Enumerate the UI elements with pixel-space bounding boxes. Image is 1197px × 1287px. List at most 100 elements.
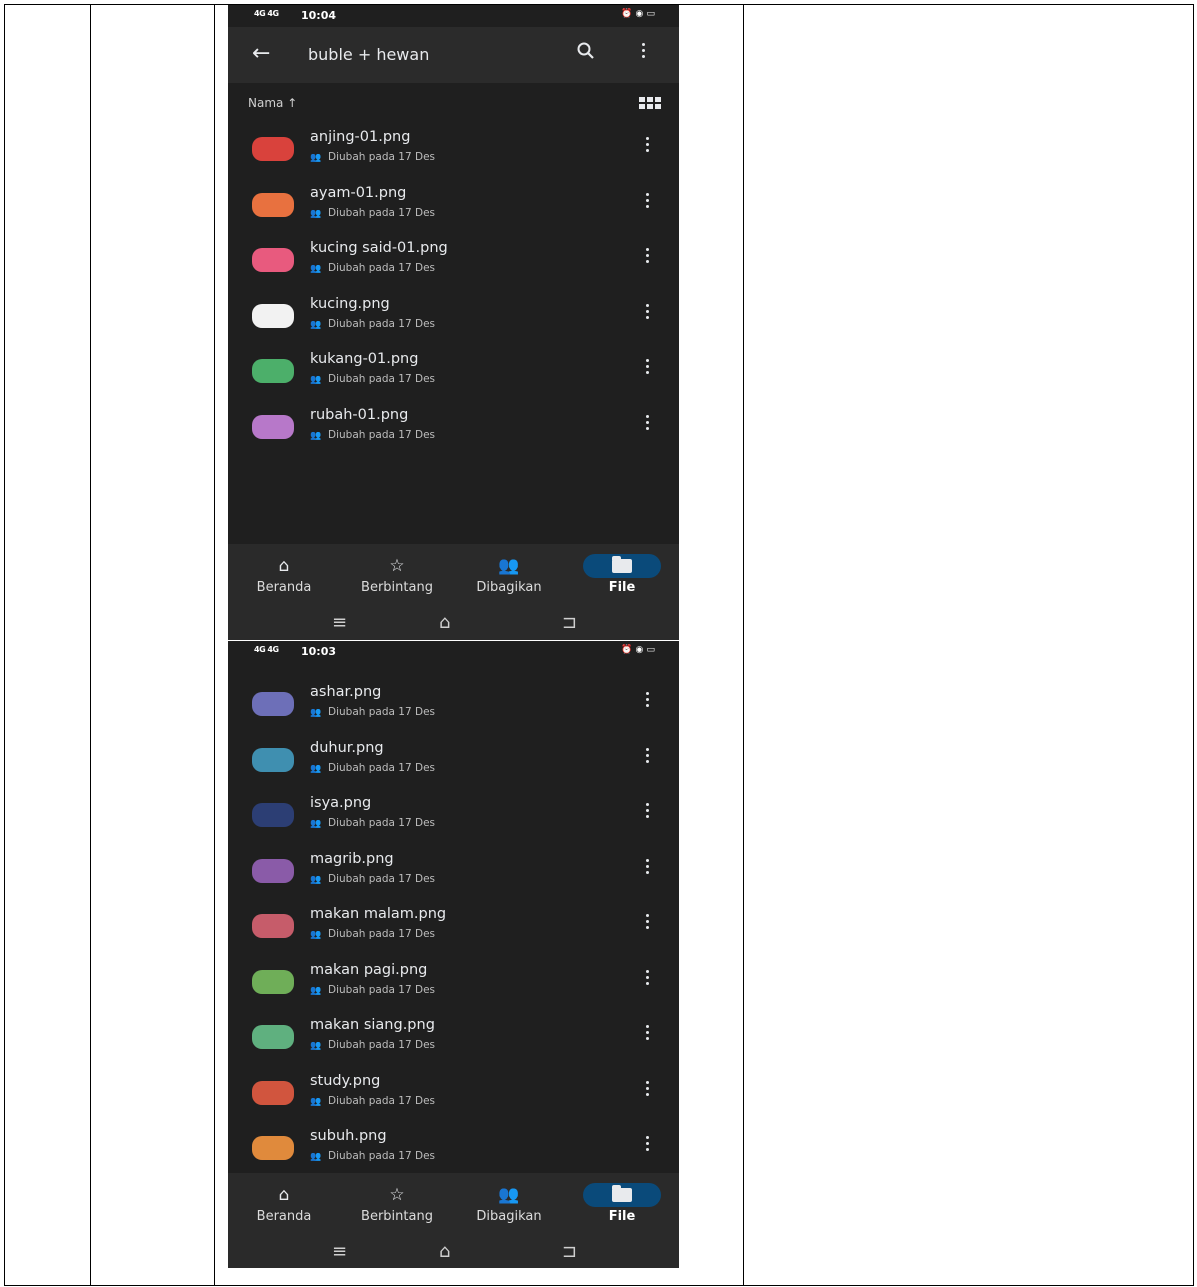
nav-dibagikan[interactable]: 👥 Dibagikan	[454, 1183, 564, 1224]
table-divider	[214, 5, 215, 1285]
file-meta: 👥 Diubah pada 17 Des	[310, 873, 435, 885]
more-icon[interactable]	[646, 414, 650, 433]
file-meta: 👥 Diubah pada 17 Des	[310, 373, 435, 385]
home-gesture-icon[interactable]: ⌂	[439, 1241, 450, 1262]
modified-date: Diubah pada 17 Des	[328, 373, 435, 385]
modified-date: Diubah pada 17 Des	[328, 317, 435, 330]
more-icon[interactable]	[646, 359, 650, 377]
recents-icon[interactable]: ≡	[332, 1241, 347, 1262]
file-name: anjing-01.png	[310, 129, 411, 145]
file-name: makan malam.png	[310, 906, 447, 922]
file-meta: 👥 Diubah pada 17 Des	[310, 706, 435, 718]
more-icon[interactable]	[646, 692, 650, 710]
back-icon[interactable]: ←	[252, 41, 270, 66]
shared-icon: 👥	[498, 556, 520, 576]
file-row[interactable]: kukang-01.png 👥 Diubah pada 17 Des	[228, 345, 679, 401]
shared-icon: 👥	[310, 319, 322, 330]
shared-icon: 👥	[310, 1041, 322, 1051]
status-bar: 4G 4G 10:04 ⏰ ◉ ▭	[228, 5, 679, 27]
grid-view-icon[interactable]	[639, 97, 661, 109]
file-row[interactable]: kucing said-01.png 👥 Diubah pada 17 Des	[228, 234, 679, 290]
shared-icon: 👥	[310, 763, 322, 774]
file-thumbnail	[252, 1025, 294, 1049]
recents-icon[interactable]: ≡	[332, 612, 347, 633]
file-thumbnail	[252, 803, 294, 827]
modified-date: Diubah pada 17 Des	[328, 872, 435, 885]
nav-berbintang[interactable]: ☆ Berbintang	[342, 1183, 452, 1224]
status-time: 10:03	[301, 645, 337, 658]
file-row[interactable]: magrib.png 👥 Diubah pada 17 Des	[228, 845, 679, 901]
nav-dibagikan[interactable]: 👥 Dibagikan	[454, 554, 564, 595]
file-meta: 👥 Diubah pada 17 Des	[310, 762, 435, 774]
file-row[interactable]: isya.png 👥 Diubah pada 17 Des	[228, 789, 679, 845]
more-icon[interactable]	[646, 1136, 650, 1154]
more-icon[interactable]	[646, 248, 650, 266]
more-icon[interactable]	[646, 192, 650, 211]
file-name: magrib.png	[310, 850, 394, 867]
file-row[interactable]: anjing-01.png 👥 Diubah pada 17 Des	[228, 123, 679, 179]
star-icon: ☆	[389, 556, 405, 576]
back-gesture-icon[interactable]: ⊐	[562, 612, 577, 633]
file-thumbnail	[252, 969, 294, 994]
table-divider	[743, 5, 744, 1285]
folder-title: buble + hewan	[308, 45, 430, 64]
bottom-navigation: ⌂ Beranda ☆ Berbintang 👥 Dibagikan File …	[228, 1173, 679, 1268]
modified-date: Diubah pada 17 Des	[328, 983, 435, 996]
more-icon[interactable]	[646, 858, 650, 877]
file-row[interactable]: makan pagi.png 👥 Diubah pada 17 Des	[228, 956, 679, 1012]
nav-berbintang[interactable]: ☆ Berbintang	[342, 554, 452, 595]
sort-by-name-button[interactable]: Nama ↑	[248, 96, 297, 110]
more-icon[interactable]	[646, 1080, 650, 1099]
file-meta: 👥 Diubah pada 17 Des	[310, 1150, 435, 1162]
shared-icon: 👥	[310, 874, 322, 885]
shared-icon: 👥	[310, 819, 322, 829]
file-thumbnail	[252, 137, 294, 161]
shared-icon: 👥	[310, 208, 322, 219]
file-name: ayam-01.png	[310, 184, 407, 201]
file-thumbnail	[252, 248, 294, 272]
modified-date: Diubah pada 17 Des	[328, 1094, 435, 1107]
file-row[interactable]: ashar.png 👥 Diubah pada 17 Des	[228, 678, 679, 734]
nav-beranda[interactable]: ⌂ Beranda	[229, 1183, 339, 1224]
more-icon[interactable]	[646, 1025, 650, 1043]
nav-label: Dibagikan	[476, 580, 542, 595]
file-thumbnail	[252, 303, 294, 328]
home-gesture-icon[interactable]: ⌂	[439, 612, 450, 633]
file-row[interactable]: makan malam.png 👥 Diubah pada 17 Des	[228, 900, 679, 956]
nav-label: File	[608, 580, 636, 595]
home-icon: ⌂	[278, 556, 290, 576]
file-row[interactable]: duhur.png 👥 Diubah pada 17 Des	[228, 734, 679, 790]
home-icon: ⌂	[278, 1185, 290, 1205]
more-icon[interactable]	[646, 969, 650, 988]
file-row[interactable]: ayam-01.png 👥 Diubah pada 17 Des	[228, 179, 679, 235]
nav-file[interactable]: File	[567, 554, 677, 595]
more-icon[interactable]	[646, 747, 650, 766]
file-thumbnail	[252, 1136, 294, 1160]
file-meta: 👥 Diubah pada 17 Des	[310, 1095, 435, 1107]
file-row[interactable]: study.png 👥 Diubah pada 17 Des	[228, 1067, 679, 1123]
file-row[interactable]: kucing.png 👥 Diubah pada 17 Des	[228, 290, 679, 346]
app-bar: ← buble + hewan	[228, 27, 679, 83]
shared-icon: 👥	[310, 1152, 322, 1162]
shared-icon: 👥	[310, 930, 322, 940]
more-icon[interactable]	[642, 43, 646, 61]
more-icon[interactable]	[646, 303, 650, 322]
search-icon[interactable]	[576, 41, 596, 61]
file-row[interactable]: makan siang.png 👥 Diubah pada 17 Des	[228, 1011, 679, 1067]
file-meta: 👥 Diubah pada 17 Des	[310, 984, 435, 996]
nav-file[interactable]: File	[567, 1183, 677, 1224]
file-name: kucing said-01.png	[310, 240, 448, 256]
file-row[interactable]: subuh.png 👥 Diubah pada 17 Des	[228, 1122, 679, 1178]
more-icon[interactable]	[646, 914, 650, 932]
back-gesture-icon[interactable]: ⊐	[562, 1241, 577, 1262]
file-name: rubah-01.png	[310, 406, 409, 423]
modified-date: Diubah pada 17 Des	[328, 706, 435, 718]
file-list: anjing-01.png 👥 Diubah pada 17 Des ayam-01.…	[228, 123, 679, 456]
nav-label: Beranda	[256, 1209, 312, 1224]
modified-date: Diubah pada 17 Des	[328, 761, 435, 774]
file-thumbnail	[252, 192, 294, 217]
more-icon[interactable]	[646, 803, 650, 821]
more-icon[interactable]	[646, 137, 650, 155]
file-row[interactable]: rubah-01.png 👥 Diubah pada 17 Des	[228, 401, 679, 457]
nav-beranda[interactable]: ⌂ Beranda	[229, 554, 339, 595]
